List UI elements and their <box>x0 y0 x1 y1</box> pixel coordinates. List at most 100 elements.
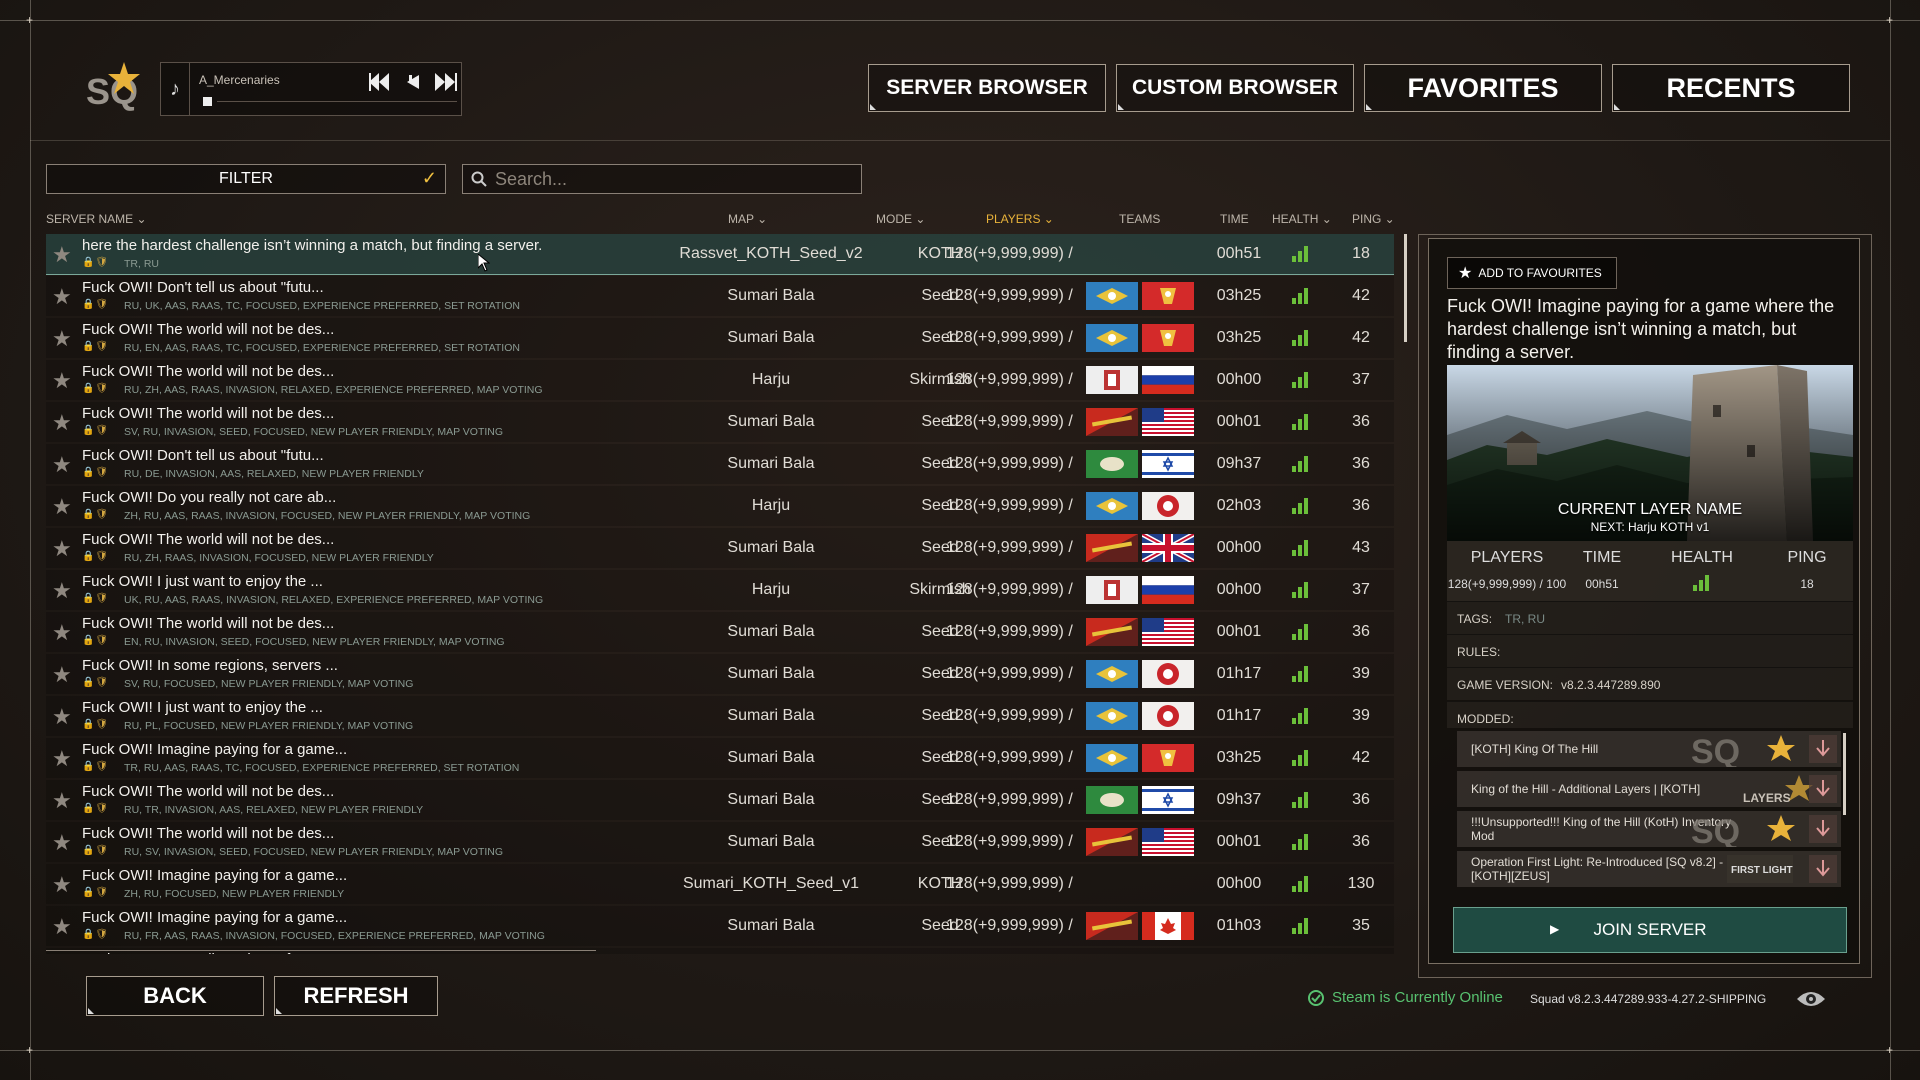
download-icon[interactable] <box>1809 775 1837 803</box>
column-header-server-name[interactable]: SERVER NAME ⌄ <box>46 212 147 226</box>
mod-item[interactable]: King of the Hill - Additional Layers | [… <box>1457 771 1841 807</box>
flag-rifle-icon <box>1086 912 1138 940</box>
health-bars-icon <box>1292 790 1312 808</box>
health-bars-icon <box>1292 874 1312 892</box>
server-row[interactable]: ★ Fuck OWI! The world will not be des... 🔒… <box>46 822 1394 862</box>
column-header-map[interactable]: MAP ⌄ <box>728 212 767 226</box>
favorite-star-icon[interactable]: ★ <box>52 284 72 310</box>
check-circle-icon <box>1308 989 1324 1006</box>
flag-usa-icon <box>1142 618 1194 646</box>
server-players: 128(+9,999,999) / <box>946 749 1073 766</box>
column-header-players[interactable]: PLAYERS ⌄ <box>986 212 1054 226</box>
favorite-star-icon[interactable]: ★ <box>52 242 72 268</box>
favorite-star-icon[interactable]: ★ <box>52 914 72 940</box>
modded-row: MODDED: <box>1447 701 1853 728</box>
server-list-scrollbar[interactable] <box>1404 234 1407 342</box>
favorite-star-icon[interactable]: ★ <box>52 704 72 730</box>
tab-favorites[interactable]: FAVORITES <box>1364 64 1602 112</box>
favorite-star-icon[interactable]: ★ <box>52 830 72 856</box>
server-time: 00h00 <box>1216 875 1262 892</box>
team-flags <box>1086 240 1196 268</box>
server-row[interactable]: ★ Fuck OWI! The world will not be des... 🔒… <box>46 318 1394 358</box>
tab-custom-browser[interactable]: CUSTOM BROWSER <box>1116 64 1354 112</box>
server-ping: 43 <box>1352 539 1370 556</box>
server-row[interactable]: ★ Fuck OWI! Do you really not care ab... 🔒… <box>46 486 1394 526</box>
add-to-favourites-label: ADD TO FAVOURITES <box>1478 266 1602 280</box>
track-progress[interactable] <box>217 101 457 102</box>
stop-icon[interactable] <box>203 97 212 106</box>
stat-players-header: PLAYERS <box>1470 549 1544 566</box>
server-row[interactable]: ★ Fuck OWI! The world will not be des... 🔒… <box>46 402 1394 442</box>
mod-item[interactable]: Operation First Light: Re-Introduced [SQ… <box>1457 851 1841 887</box>
server-row[interactable]: ★ Fuck OWI! In some regions, servers ... 🔒… <box>46 654 1394 694</box>
favorite-star-icon[interactable]: ★ <box>52 620 72 646</box>
lock-shield-icon: 🔒🛡 <box>82 467 110 478</box>
favorite-star-icon[interactable]: ★ <box>52 326 72 352</box>
server-time: 01h17 <box>1216 707 1262 724</box>
favorite-star-icon[interactable]: ★ <box>52 662 72 688</box>
favorite-star-icon[interactable]: ★ <box>52 578 72 604</box>
flag-blue-emblem-icon <box>1086 744 1138 772</box>
column-header-ping[interactable]: PING ⌄ <box>1352 212 1395 226</box>
favorite-star-icon[interactable]: ★ <box>52 452 72 478</box>
search-box[interactable] <box>462 164 862 194</box>
fast-forward-icon[interactable] <box>435 73 457 91</box>
mod-item[interactable]: [KOTH] King Of The Hill SQ <box>1457 731 1841 767</box>
download-icon[interactable] <box>1809 815 1837 843</box>
server-row[interactable]: ★ here the hardest challenge isn’t winnin… <box>46 234 1394 275</box>
back-button[interactable]: BACK <box>86 976 264 1016</box>
music-note-icon[interactable]: ♪ <box>161 63 190 115</box>
mod-logo: FIRST LIGHT <box>1727 855 1793 883</box>
filter-button[interactable]: FILTER ✓ <box>46 164 446 194</box>
shuffle-icon[interactable] <box>405 73 421 91</box>
favorite-star-icon[interactable]: ★ <box>52 872 72 898</box>
server-row[interactable]: ★ Fuck OWI! The world will not be des... 🔒… <box>46 612 1394 652</box>
star-icon: ★ <box>1458 265 1473 282</box>
server-row[interactable]: ★ Fuck OWI! I just want to enjoy the ... 🔒… <box>46 696 1394 736</box>
favorite-star-icon[interactable]: ★ <box>52 746 72 772</box>
server-time: 09h37 <box>1216 791 1262 808</box>
mod-list-scrollbar[interactable] <box>1843 733 1846 815</box>
add-to-favourites-button[interactable]: ★ ADD TO FAVOURITES <box>1447 257 1617 289</box>
column-header-mode[interactable]: MODE ⌄ <box>876 212 925 226</box>
server-players: 128(+9,999,999) / <box>946 665 1073 682</box>
favorite-star-icon[interactable]: ★ <box>52 536 72 562</box>
team-flags <box>1086 576 1196 604</box>
tab-recents[interactable]: RECENTS <box>1612 64 1850 112</box>
server-row[interactable]: ★Fuck OWI! Don't tell us about "futu...🔒… <box>46 444 1394 484</box>
server-name: Fuck OWI! I just want to enjoy the ... <box>82 573 323 590</box>
server-row[interactable]: ★ Fuck OWI! Imagine paying for a game... 🔒… <box>46 906 1394 946</box>
favorite-star-icon[interactable]: ★ <box>52 494 72 520</box>
team-flags <box>1086 618 1196 646</box>
column-header-health[interactable]: HEALTH ⌄ <box>1272 212 1332 226</box>
mod-logo: SQ <box>1691 813 1795 847</box>
mod-item[interactable]: !!!Unsupported!!! King of the Hill (KotH… <box>1457 811 1841 847</box>
favorite-star-icon[interactable]: ★ <box>52 788 72 814</box>
server-players: 128(+9,999,999) / <box>946 245 1073 262</box>
search-input[interactable] <box>493 167 847 191</box>
server-row[interactable]: ★Fuck OWI! Don't tell us about "futu...🔒… <box>46 276 1394 316</box>
column-header-time[interactable]: TIME <box>1220 212 1249 226</box>
server-ping: 39 <box>1352 665 1370 682</box>
server-row[interactable]: ★Fuck OWI! Don't tell us about "futu...🔒… <box>46 948 1394 954</box>
server-row[interactable]: ★ Fuck OWI! The world will not be des... 🔒… <box>46 528 1394 568</box>
server-row[interactable]: ★ Fuck OWI! Imagine paying for a game... 🔒… <box>46 738 1394 778</box>
favorite-star-icon[interactable]: ★ <box>52 368 72 394</box>
refresh-button[interactable]: REFRESH <box>274 976 438 1016</box>
server-row[interactable]: ★ Fuck OWI! The world will not be des... 🔒… <box>46 360 1394 400</box>
flag-white-emblem-icon <box>1086 366 1138 394</box>
health-bars-icon <box>1292 496 1312 514</box>
server-row[interactable]: ★ Fuck OWI! I just want to enjoy the ... 🔒… <box>46 570 1394 610</box>
eye-icon[interactable] <box>1796 988 1826 1010</box>
server-time: 02h03 <box>1216 497 1262 514</box>
server-row[interactable]: ★ Fuck OWI! Imagine paying for a game... 🔒… <box>46 864 1394 904</box>
svg-text:FIRST LIGHT: FIRST LIGHT <box>1731 865 1793 876</box>
server-row[interactable]: ★ Fuck OWI! The world will not be des... 🔒… <box>46 780 1394 820</box>
download-icon[interactable] <box>1809 735 1837 763</box>
join-server-button[interactable]: ▶ JOIN SERVER <box>1453 907 1847 953</box>
tab-server-browser[interactable]: SERVER BROWSER <box>868 64 1106 112</box>
favorite-star-icon[interactable]: ★ <box>52 410 72 436</box>
download-icon[interactable] <box>1809 855 1837 883</box>
health-bars-icon <box>1292 706 1312 724</box>
rewind-icon[interactable] <box>369 73 391 91</box>
